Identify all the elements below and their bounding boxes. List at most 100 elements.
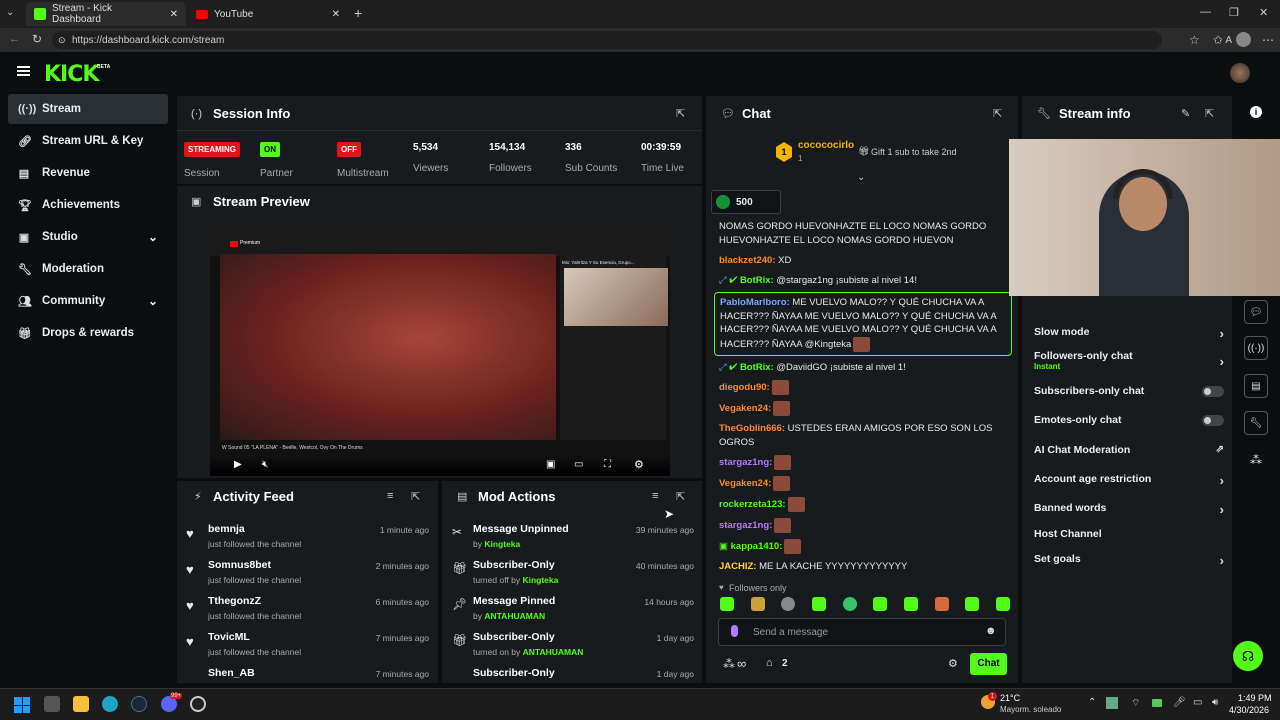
setting-slow-mode[interactable]: Slow mode › [1034,326,1224,341]
chat-rail-button[interactable]: 💬︎ [1244,300,1268,324]
emote-icon[interactable] [873,597,888,611]
sidebar-item-drops-rewards[interactable]: 🎁︎ Drops & rewards [8,318,168,348]
close-window-icon[interactable]: ✕ [1259,6,1268,19]
emote-icon[interactable] [750,597,765,611]
collapse-icon[interactable]: ⌄ [857,172,865,183]
stream-video[interactable]: Premium Mix: Yahritza Y Su Esencia, Grup… [210,220,670,476]
restore-icon[interactable]: ❐ [1229,6,1239,19]
setting-followers-only[interactable]: Followers-only chat Instant › [1034,350,1224,371]
pip-icon[interactable]: ▣ [546,459,555,470]
chat-input[interactable]: Send a message ☻ [718,618,1006,646]
sidebar-item-achievements[interactable]: 🏆︎ Achievements [8,190,168,220]
chat-send-button[interactable]: Chat [970,653,1007,675]
emote-icon[interactable] [811,597,826,611]
sidebar-item-stream[interactable]: ((·)) Stream [8,94,168,124]
emoji-icon[interactable]: ☻ [985,625,997,637]
popout-icon[interactable]: ⇱ [1205,107,1214,120]
refresh-icon[interactable]: ↻ [32,32,42,46]
play-icon[interactable]: ▶ [234,459,242,470]
close-tab-icon[interactable]: ✕ [332,9,340,20]
sidebar-item-revenue[interactable]: ▤ Revenue [8,158,168,188]
setting-host-channel[interactable]: Host Channel [1034,528,1224,540]
task-view-icon[interactable] [44,696,60,712]
mic-tray-icon[interactable]: 🎤︎ [1173,697,1186,708]
subscribers-only-toggle[interactable] [1202,386,1224,397]
setting-banned-words[interactable]: Banned words › [1034,502,1224,517]
clock-date[interactable]: 4/30/2026 [1229,705,1269,715]
follower-name[interactable]: bemnja [208,523,245,535]
follower-name[interactable]: TovicML [208,631,250,643]
emote-icon[interactable] [903,597,918,611]
filter-icon[interactable]: ≡ [652,490,658,502]
follower-name[interactable]: Shen_AB [208,667,255,679]
follower-name[interactable]: Somnus8bet [208,559,271,571]
broadcast-rail-button[interactable]: ((·)) [1244,336,1268,360]
minimize-icon[interactable]: — [1200,6,1211,18]
infinity-icon[interactable]: ∞ [737,656,746,671]
tray-chevron-icon[interactable]: ⌃ [1088,697,1096,708]
kick-logo[interactable]: KICK [44,62,99,87]
volume-icon[interactable]: 🔊︎ [1212,697,1218,708]
gift-cta[interactable]: Gift 1 sub to take 2nd [871,147,957,157]
settings-gear-icon[interactable]: ⚙ [634,458,644,471]
obs-icon[interactable] [190,696,206,712]
setting-account-age[interactable]: Account age restriction › [1034,473,1224,488]
emote-icon[interactable] [842,597,857,611]
edit-pencil-icon[interactable]: ✎ [1181,107,1190,120]
new-tab-icon[interactable]: + [354,5,362,21]
setting-set-goals[interactable]: Set goals › [1034,553,1224,568]
chat-settings-icon[interactable]: ⚙ [948,657,958,670]
file-explorer-icon[interactable] [73,696,89,712]
tab-kick-dashboard[interactable]: Stream - Kick Dashboard ✕ [26,2,186,26]
tray-app-icon[interactable] [1106,697,1118,709]
battery-icon[interactable] [1152,699,1162,707]
setting-emotes-only[interactable]: Emotes-only chat [1034,414,1224,426]
popout-icon[interactable]: ⇱ [411,490,420,503]
support-headset-button[interactable]: ☊ [1233,641,1263,671]
setting-ai-moderation[interactable]: AI Chat Moderation ⇗ [1034,444,1224,456]
user-avatar[interactable] [1230,63,1250,83]
wifi-icon[interactable]: ⌔ [1131,697,1140,710]
hamburger-menu-icon[interactable] [17,66,30,76]
back-icon[interactable]: ← [9,33,20,45]
favorite-icon[interactable]: ☆ [1189,33,1200,47]
layout-rail-button[interactable]: ▤ [1244,374,1268,398]
windows-start-icon[interactable] [14,697,30,713]
sidebar-item-stream-url-key[interactable]: 🔗︎ Stream URL & Key [8,126,168,156]
popout-icon[interactable]: ⇱ [676,490,685,503]
emote-icon[interactable] [995,597,1010,611]
profile-avatar[interactable] [1236,32,1251,47]
sidebar-item-moderation[interactable]: 🔧︎ Moderation [8,254,168,284]
edge-icon[interactable] [102,696,118,712]
tools-rail-button[interactable]: 🔧︎ [1244,411,1268,435]
emote-icon[interactable] [720,597,734,611]
favorites-bar-icon[interactable]: ✩ [1213,33,1223,47]
url-field[interactable]: ⊙ https://dashboard.kick.com/stream A [52,31,1232,49]
theater-icon[interactable]: ▭ [574,459,583,470]
clock-time[interactable]: 1:49 PM [1238,693,1272,703]
close-tab-icon[interactable]: ✕ [170,9,178,20]
follower-name[interactable]: TthegonzZ [208,595,261,607]
gifter-name[interactable]: cocococirlo [798,140,854,151]
popout-icon[interactable]: ⇱ [676,107,685,120]
tab-youtube[interactable]: YouTube ✕ [188,2,348,26]
emotes-only-toggle[interactable] [1202,415,1224,426]
sidebar-item-community[interactable]: 👥︎ Community ⌄ [8,286,168,316]
network-icon[interactable]: ▭ [1193,697,1202,708]
steam-icon[interactable] [131,696,147,712]
emote-icon[interactable] [781,597,796,611]
emote-icon[interactable] [965,597,980,611]
community-icon[interactable]: ⁂ [723,657,735,671]
sidebar-item-studio[interactable]: ▣ Studio ⌄ [8,222,168,252]
setting-subscribers-only[interactable]: Subscribers-only chat [1034,385,1224,397]
community-rail-icon[interactable]: ⁂ [1250,453,1262,467]
emote-icon[interactable] [934,597,949,611]
gift-box-icon[interactable]: ⌂ [766,657,773,669]
kicks-pill[interactable]: 500 [711,190,781,214]
read-aloud-icon[interactable]: A [1225,35,1232,46]
filter-icon[interactable]: ≡ [387,490,393,502]
info-icon[interactable]: i [1250,106,1262,118]
fullscreen-icon[interactable]: ⛶ [604,459,611,470]
mic-icon[interactable] [731,625,738,637]
browser-menu-icon[interactable]: ⋯ [1262,33,1274,47]
